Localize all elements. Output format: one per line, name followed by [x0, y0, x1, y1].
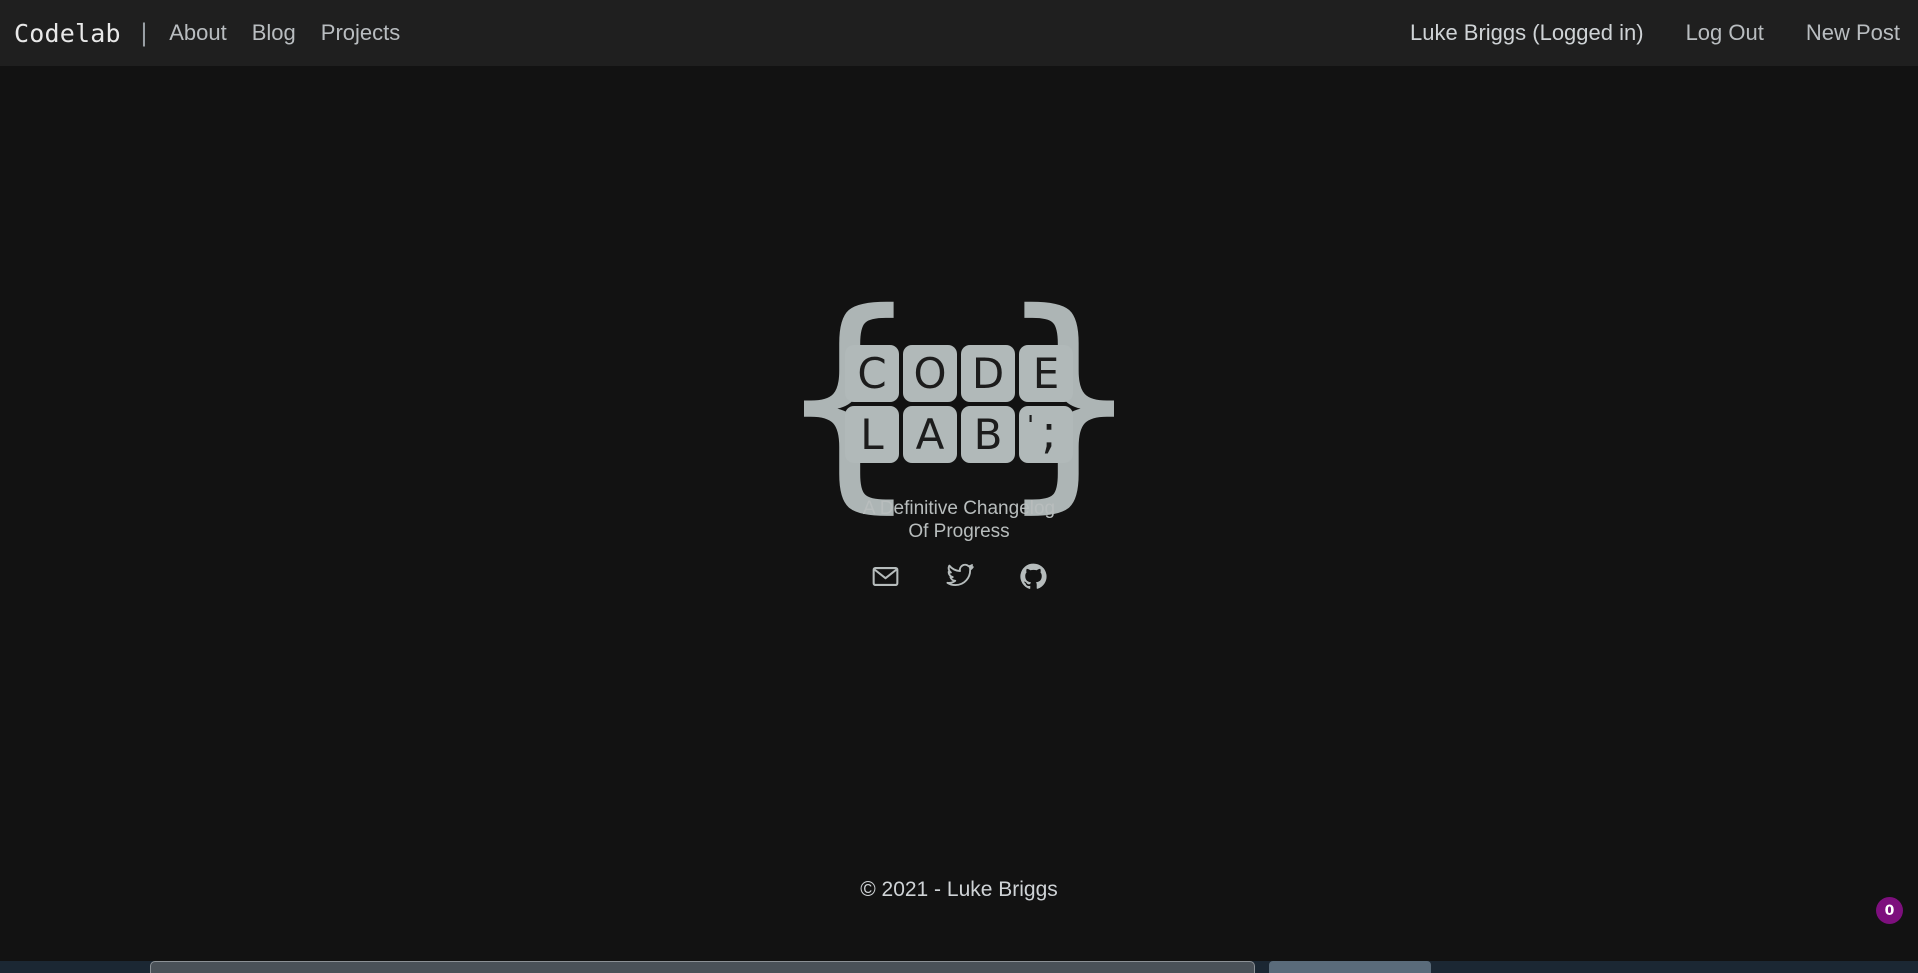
user-status-label: Luke Briggs (Logged in) [1409, 20, 1644, 45]
email-icon[interactable] [871, 562, 900, 591]
nav-link-blog[interactable]: Blog [252, 20, 296, 46]
bottom-bar-input[interactable] [150, 961, 1255, 973]
main-content: { } C O D E L A B ' ; [0, 66, 1918, 973]
keycap-e: E [1019, 345, 1073, 402]
navbar: Codelab | About Blog Projects Luke Brigg… [0, 0, 1918, 66]
keycap-semicolon: ' ; [1019, 406, 1073, 463]
keycap-b: B [961, 406, 1015, 463]
log-out-link[interactable]: Log Out [1686, 20, 1764, 46]
bottom-overlay-bar [0, 961, 1918, 973]
keycap-l: L [845, 406, 899, 463]
keycap-quote-glyph: ' [1027, 411, 1035, 441]
keycap-c: C [845, 345, 899, 402]
notification-badge[interactable]: 0 [1876, 897, 1903, 924]
navbar-right-group: Luke Briggs (Logged in) Log Out New Post [1410, 20, 1900, 46]
tagline-line-1: A Definitive Changelog [862, 498, 1056, 519]
new-post-link[interactable]: New Post [1806, 20, 1900, 46]
github-icon[interactable] [1019, 562, 1048, 591]
footer-copyright: © 2021 - Luke Briggs [860, 878, 1058, 901]
bottom-bar-button[interactable] [1269, 961, 1431, 973]
keycap-o: O [903, 345, 957, 402]
keycap-d: D [961, 345, 1015, 402]
navbar-left-group: Codelab | About Blog Projects [14, 19, 400, 48]
brand-logo-link[interactable]: Codelab [14, 19, 121, 48]
navbar-divider: | [136, 19, 152, 47]
social-links [871, 562, 1048, 591]
keycap-semicolon-glyph: ; [1041, 404, 1057, 459]
codelab-logo: { } C O D E L A B ' ; [775, 282, 1143, 514]
hero-section: { } C O D E L A B ' ; [775, 282, 1143, 591]
keycap-a: A [903, 406, 957, 463]
nav-link-projects[interactable]: Projects [321, 20, 400, 46]
logo-keycaps: C O D E L A B ' ; [845, 345, 1073, 463]
twitter-icon[interactable] [944, 562, 975, 591]
site-tagline: A Definitive Changelog Of Progress [863, 497, 1055, 543]
tagline-line-2: Of Progress [908, 521, 1010, 543]
nav-link-about[interactable]: About [169, 20, 227, 46]
logo-keycap-row-bottom: L A B ' ; [845, 406, 1073, 463]
logo-keycap-row-top: C O D E [845, 345, 1073, 402]
